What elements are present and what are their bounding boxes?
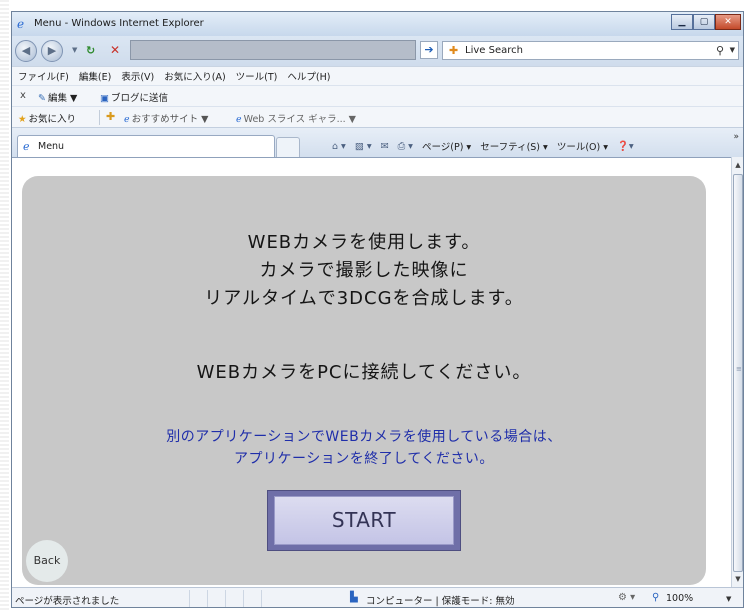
command-bar: ⌂ ▾ ▧ ▾ ✉ ⎙ ▾ ページ(P) ▾ セーフティ(S) ▾ ツール(O)… xyxy=(332,139,643,154)
toolbar-divider xyxy=(99,110,100,125)
connect-instruction: WEBカメラをPCに接続してください。 xyxy=(196,362,532,383)
status-pane xyxy=(244,590,262,607)
tab-bar: ℯ Menu ⌂ ▾ ▧ ▾ ✉ ⎙ ▾ ページ(P) ▾ セーフティ(S) ▾… xyxy=(12,127,743,158)
search-box[interactable]: ✚ Live Search ⚲ ▼ xyxy=(442,41,739,60)
start-label: START xyxy=(274,496,454,545)
search-icon[interactable]: ⚲ xyxy=(716,44,724,57)
favorites-label: お気に入り xyxy=(28,114,77,125)
tab-label: Menu xyxy=(38,141,65,152)
warning-line-2: アプリケーションを終了してください。 xyxy=(234,451,494,467)
security-zone-text: コンピューター | 保護モード: 無効 xyxy=(366,596,515,607)
suggested-sites-label: おすすめサイト xyxy=(131,114,199,125)
web-slice-icon: ℯ xyxy=(236,114,242,125)
safety-menu[interactable]: セーフティ(S) ▾ xyxy=(480,139,548,153)
menu-favorites[interactable]: お気に入り(A) xyxy=(164,69,225,83)
scroll-grip-icon: ≡ xyxy=(736,365,742,373)
blog-icon: ▣ xyxy=(100,93,109,104)
title-bar: ℯ Menu - Windows Internet Explorer ▁ ▢ ✕ xyxy=(12,12,743,36)
window-title: Menu - Windows Internet Explorer xyxy=(34,18,204,29)
intro-line-1: WEBカメラを使用します。 xyxy=(247,232,481,253)
zoom-icon[interactable]: ⚲ xyxy=(652,592,659,603)
menu-help[interactable]: ヘルプ(H) xyxy=(287,69,330,83)
more-commands-icon[interactable]: » xyxy=(733,132,739,142)
edit-button[interactable]: ✎ 編集 ▼ xyxy=(38,90,77,104)
warning-line-1: 別のアプリケーションでWEBカメラを使用している場合は、 xyxy=(166,429,562,445)
status-tool-icon[interactable]: ⚙ ▾ xyxy=(618,592,635,603)
scroll-down-icon[interactable]: ▼ xyxy=(732,572,743,586)
ie-tab-icon: ℯ xyxy=(23,140,30,153)
history-dropdown-icon[interactable]: ▼ xyxy=(72,46,77,54)
background-edge xyxy=(0,0,9,610)
status-text: ページが表示されました xyxy=(15,596,120,607)
blog-button[interactable]: ▣ ブログに送信 xyxy=(100,90,168,104)
ie-logo-icon: ℯ xyxy=(17,17,25,31)
refresh-icon[interactable]: ↻ xyxy=(86,44,95,57)
intro-line-3: リアルタイムで3DCGを合成します。 xyxy=(204,288,524,309)
new-tab-button[interactable] xyxy=(276,137,300,157)
status-pane xyxy=(226,590,244,607)
menu-bar: ファイル(F) 編集(E) 表示(V) お気に入り(A) ツール(T) ヘルプ(… xyxy=(12,66,743,85)
star-icon: ★ xyxy=(18,114,27,125)
menu-panel: WEBカメラを使用します。 カメラで撮影した映像に リアルタイムで3DCGを合成… xyxy=(22,176,706,585)
favorites-bar: ★ お気に入り ✚ ℯ おすすめサイト ▼ ℯ Web スライス ギャラ... ▼ xyxy=(12,106,743,127)
status-pane xyxy=(190,590,208,607)
forward-arrow-icon[interactable]: ▶ xyxy=(41,40,63,62)
tools-menu[interactable]: ツール(O) ▾ xyxy=(557,139,608,153)
menu-tools[interactable]: ツール(T) xyxy=(236,69,278,83)
mail-icon[interactable]: ✉ xyxy=(381,141,389,152)
feeds-icon[interactable]: ▧ ▾ xyxy=(355,141,372,152)
tools-menu-label: ツール(O) xyxy=(556,142,601,153)
menu-edit[interactable]: 編集(E) xyxy=(79,69,111,83)
add-favorite-icon[interactable]: ✚ xyxy=(106,110,115,123)
status-pane xyxy=(172,590,190,607)
tab-menu[interactable]: ℯ Menu xyxy=(17,135,275,158)
search-label: Live Search xyxy=(465,45,523,56)
web-slice-label: Web スライス ギャラ... xyxy=(243,114,346,125)
status-bar: ページが表示されました ▙ コンピューター | 保護モード: 無効 ⚙ ▾ ⚲ … xyxy=(12,587,743,607)
web-slice-button[interactable]: ℯ Web スライス ギャラ... ▼ xyxy=(236,111,356,125)
minimize-button[interactable]: ▁ xyxy=(671,14,693,30)
status-pane xyxy=(208,590,226,607)
back-arrow-icon[interactable]: ◀ xyxy=(15,40,37,62)
page-content: WEBカメラを使用します。 カメラで撮影した映像に リアルタイムで3DCGを合成… xyxy=(12,157,731,587)
toolbar-close-button[interactable]: x xyxy=(20,90,26,101)
start-button[interactable]: START xyxy=(267,490,461,551)
menu-view[interactable]: 表示(V) xyxy=(121,69,154,83)
computer-zone-icon: ▙ xyxy=(350,592,358,603)
edit-icon: ✎ xyxy=(38,93,46,104)
intro-line-2: カメラで撮影した映像に xyxy=(259,260,469,281)
status-panes xyxy=(172,590,262,607)
blog-label: ブログに送信 xyxy=(110,93,168,104)
back-button[interactable]: Back xyxy=(26,540,68,582)
suggested-sites-button[interactable]: ℯ おすすめサイト ▼ xyxy=(124,111,208,125)
zoom-dropdown-icon[interactable]: ▼ xyxy=(726,595,731,603)
help-icon[interactable]: ❓▾ xyxy=(617,141,634,152)
page-menu-label: ページ(P) xyxy=(421,142,464,153)
links-toolbar: x ✎ 編集 ▼ ▣ ブログに送信 xyxy=(12,85,743,106)
address-bar[interactable] xyxy=(130,40,416,60)
close-button[interactable]: ✕ xyxy=(715,14,741,30)
go-arrow-icon[interactable]: ➔ xyxy=(420,41,438,59)
live-search-logo-icon: ✚ xyxy=(449,44,459,57)
print-icon[interactable]: ⎙ ▾ xyxy=(398,141,413,152)
home-icon[interactable]: ⌂ ▾ xyxy=(332,141,346,152)
scroll-thumb[interactable]: ≡ xyxy=(733,174,743,572)
search-dropdown-icon[interactable]: ▼ xyxy=(730,46,735,54)
stop-icon[interactable]: ✕ xyxy=(110,43,120,57)
scroll-up-icon[interactable]: ▲ xyxy=(732,158,743,172)
zoom-level[interactable]: 100% xyxy=(666,593,693,604)
navigation-bar: ◀ ▶ ▼ ↻ ✕ ➔ ✚ Live Search ⚲ ▼ xyxy=(12,36,743,66)
window-controls: ▁ ▢ ✕ xyxy=(671,14,741,30)
page-menu[interactable]: ページ(P) ▾ xyxy=(422,139,471,153)
ie-page-icon: ℯ xyxy=(124,114,130,125)
safety-menu-label: セーフティ(S) xyxy=(480,142,541,153)
favorites-button[interactable]: ★ お気に入り xyxy=(18,111,76,125)
maximize-button[interactable]: ▢ xyxy=(693,14,715,30)
vertical-scrollbar[interactable]: ▲ ≡ ▼ xyxy=(731,157,743,587)
browser-window: ℯ Menu - Windows Internet Explorer ▁ ▢ ✕… xyxy=(11,11,744,608)
edit-label: 編集 xyxy=(47,93,67,104)
menu-file[interactable]: ファイル(F) xyxy=(18,69,69,83)
